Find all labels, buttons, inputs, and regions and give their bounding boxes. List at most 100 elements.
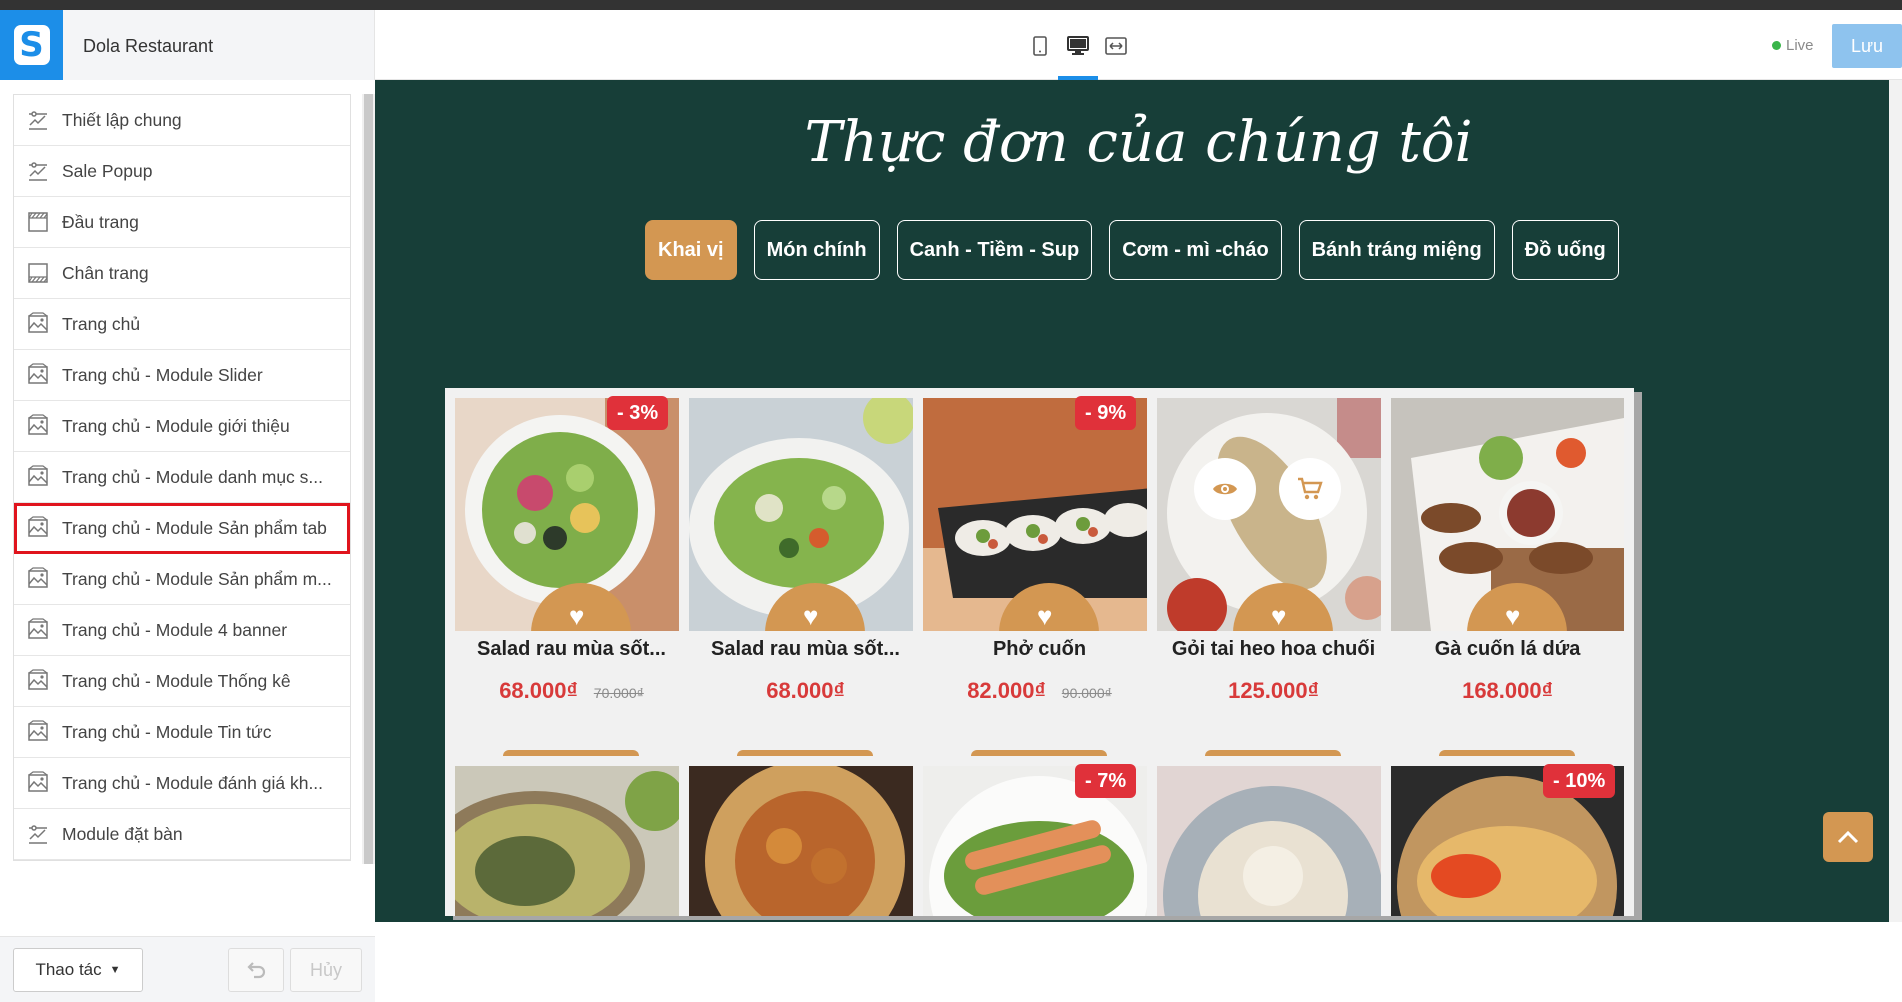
sidebar-item[interactable]: Trang chủ - Module đánh giá kh... [14,758,350,809]
product-card[interactable]: - 10% [1381,756,1634,916]
sidebar-item[interactable]: Chân trang [14,248,350,299]
discount-badge: - 3% [607,396,669,430]
product-card[interactable] [1147,756,1400,916]
product-card[interactable]: ♥Gỏi tai heo hoa chuối125.000₫Xem chi ti… [1147,388,1400,800]
mobile-view-icon[interactable] [1026,32,1054,60]
heart-icon: ♥ [569,601,585,631]
sidebar-item-label: Thiết lập chung [62,109,182,130]
add-to-cart-button[interactable] [1279,458,1341,520]
product-card[interactable]: ♥- 9%Phở cuốn82.000₫90.000₫Xem chi tiết [913,388,1166,800]
sidebar-item[interactable]: Thiết lập chung [14,95,350,146]
heart-icon: ♥ [1505,601,1521,631]
product-card[interactable]: ♥- 3%Salad rau mùa sốt...68.000₫70.000₫X… [445,388,698,800]
product-image[interactable] [455,766,688,916]
product-card[interactable] [445,756,698,916]
sidebar-item-label: Trang chủ - Module Thống kê [62,670,291,691]
section-menu: Thiết lập chung Sale Popup Đầu trang Chân t… [13,94,351,861]
discount-badge: - 9% [1075,396,1137,430]
product-card[interactable]: ♥Salad rau mùa sốt...68.000₫Xem chi tiết [679,388,932,800]
sidebar-item[interactable]: Sale Popup [14,146,350,197]
sidebar-item[interactable]: Trang chủ - Module danh mục s... [14,452,350,503]
operations-dropdown[interactable]: Thao tác ▼ [13,948,143,992]
sidebar-item[interactable]: Trang chủ - Module giới thiệu [14,401,350,452]
product-name[interactable]: Salad rau mùa sốt... [445,638,698,661]
discount-badge: - 10% [1543,764,1616,798]
product-price: 68.000₫ [499,678,578,703]
save-button[interactable]: Lưu [1832,24,1902,68]
sidebar-item-label: Trang chủ - Module đánh giá kh... [62,772,324,793]
sidebar-item[interactable]: Trang chủ - Module Sản phẩm tab [14,503,350,554]
sidebar-item-label: Trang chủ - Module danh mục s... [62,466,324,487]
menu-tab[interactable]: Món chính [753,220,880,280]
fullwidth-view-icon[interactable] [1102,32,1130,60]
menu-tab[interactable]: Đồ uống [1511,220,1619,280]
sidebar-scrollbar[interactable] [362,94,375,864]
product-price: 125.000₫ [1228,678,1319,703]
sidebar-item[interactable]: Trang chủ - Module 4 banner [14,605,350,656]
menu-tab[interactable]: Bánh tráng miệng [1298,220,1495,280]
page-image-icon [26,618,50,642]
menu-tabs: Khai vị Món chính Canh - Tiềm - Sup Cơm - m… [645,220,1619,280]
product-image[interactable] [689,766,922,916]
price-row: 68.000₫ 70.000₫ [445,678,698,704]
product-name[interactable]: Phở cuốn [913,638,1166,661]
cancel-button[interactable]: Hủy [290,948,362,992]
settings-sliders-icon [26,159,50,183]
page-image-icon [26,414,50,438]
sidebar-item[interactable]: Trang chủ [14,299,350,350]
sidebar-item[interactable]: Trang chủ - Module Slider [14,350,350,401]
product-image[interactable] [1157,766,1390,916]
sidebar-item[interactable]: Module đặt bàn [14,809,350,860]
sidebar-bottom-bar: Thao tác ▼ Hủy [0,936,375,1002]
undo-button[interactable] [228,948,284,992]
editor-topbar: S Dola Restaurant Live Lưu [0,10,1902,80]
quick-view-button[interactable] [1194,458,1256,520]
price-row: 82.000₫ 90.000₫ [913,678,1166,704]
sidebar-item-label: Sale Popup [62,160,153,181]
header-layout-icon [26,210,50,234]
page-image-icon [26,567,50,591]
live-label: Live [1786,37,1814,54]
price-row: 68.000₫ [679,678,932,704]
product-name[interactable]: Salad rau mùa sốt... [679,638,932,661]
caret-down-icon: ▼ [109,964,121,976]
eye-icon [1213,483,1237,495]
product-card[interactable]: ♥Gà cuốn lá dứa168.000₫Xem chi tiết [1381,388,1634,800]
sidebar-item-label: Trang chủ - Module Sản phẩm m... [62,568,332,589]
desktop-view-icon[interactable] [1064,32,1092,60]
menu-heading: Thực đơn của chúng tôi [804,110,1473,175]
cart-icon [1298,477,1323,500]
sidebar-item-label: Trang chủ - Module 4 banner [62,619,288,640]
sidebar-item-label: Chân trang [62,262,149,283]
sidebar-item[interactable]: Trang chủ - Module Thống kê [14,656,350,707]
product-price: 82.000₫ [967,678,1046,703]
sidebar-item[interactable]: Trang chủ - Module Sản phẩm m... [14,554,350,605]
back-to-top-button[interactable] [1823,812,1873,862]
chevron-up-icon [1837,830,1859,844]
window-top-strip [0,0,1902,10]
old-price: 70.000₫ [593,685,644,701]
product-price: 68.000₫ [766,678,845,703]
store-name: Dola Restaurant [83,36,214,56]
sidebar-item[interactable]: Trang chủ - Module Tin tức [14,707,350,758]
menu-tab[interactable]: Canh - Tiềm - Sup [896,220,1093,280]
preview-scrollbar[interactable] [1889,80,1902,922]
menu-tab[interactable]: Cơm - mì -cháo [1109,220,1282,280]
product-name[interactable]: Gà cuốn lá dứa [1381,638,1634,661]
product-name[interactable]: Gỏi tai heo hoa chuối [1147,638,1400,661]
sidebar-item[interactable]: Đầu trang [14,197,350,248]
settings-sliders-icon [26,822,50,846]
live-status: Live [1772,37,1814,54]
page-image-icon [26,720,50,744]
product-card[interactable] [679,756,932,916]
app-logo[interactable]: S [0,10,63,80]
page-image-icon [26,771,50,795]
old-price: 90.000₫ [1061,685,1112,701]
footer-layout-icon [26,261,50,285]
live-dot-icon [1772,41,1781,50]
sidebar-scroll-thumb[interactable] [364,94,373,864]
menu-tab[interactable]: Khai vị [645,220,737,280]
product-price: 168.000₫ [1462,678,1553,703]
product-card[interactable]: - 7% [913,756,1166,916]
operations-label: Thao tác [35,960,102,979]
